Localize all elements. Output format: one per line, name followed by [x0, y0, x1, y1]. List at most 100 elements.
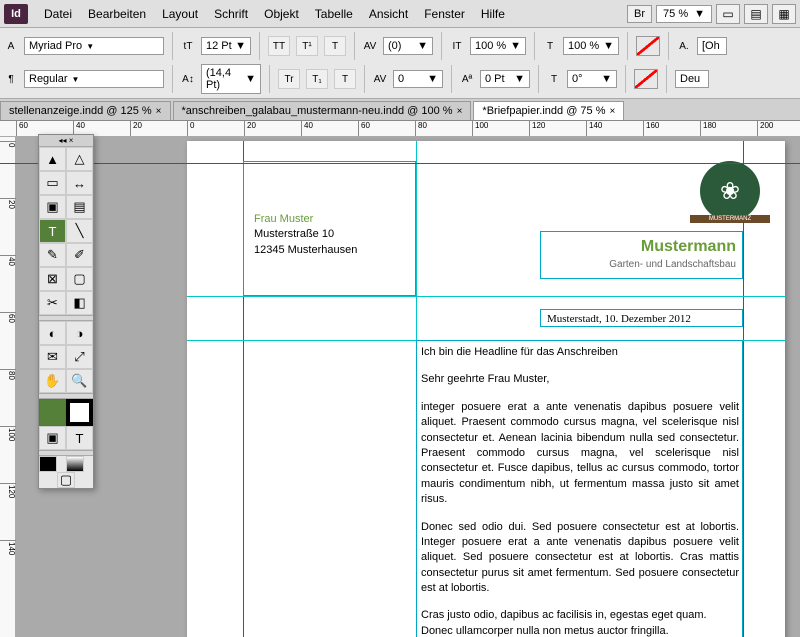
close-icon[interactable]: × — [610, 106, 616, 117]
font-style-dropdown[interactable]: Regular▼ — [24, 70, 164, 88]
content-placer-tool[interactable]: ▤ — [66, 195, 93, 219]
view-mode-button[interactable]: ▢ — [57, 472, 75, 488]
charstyle-icon: A. — [677, 39, 691, 53]
menu-schrift[interactable]: Schrift — [206, 3, 256, 25]
salutation: Sehr geehrte Frau Muster, — [421, 372, 739, 387]
apply-color-button[interactable]: ▣ — [39, 426, 66, 450]
menu-hilfe[interactable]: Hilfe — [473, 3, 513, 25]
bleed-guide — [0, 163, 800, 164]
view-mode-1-button[interactable]: ▭ — [716, 4, 740, 24]
hscale-input[interactable]: 100 %▼ — [470, 37, 526, 55]
font-family-value: Myriad Pro — [29, 40, 82, 52]
subscript-button[interactable]: T₁ — [306, 69, 328, 89]
baseline-value: 0 Pt — [485, 73, 505, 85]
baseline-input[interactable]: 0 Pt▼ — [480, 70, 530, 88]
type-tool[interactable]: T — [39, 219, 66, 243]
address-street: Musterstraße 10 — [254, 227, 357, 242]
page-tool[interactable]: ▭ — [39, 171, 66, 195]
close-icon[interactable]: × — [457, 106, 463, 117]
leading-input[interactable]: (14,4 Pt)▼ — [201, 64, 261, 94]
company-frame[interactable]: Mustermann Garten- und Landschaftsbau — [540, 231, 743, 279]
eyedropper-tool[interactable]: ⤢ — [66, 345, 93, 369]
hscale-icon: IT — [450, 39, 464, 53]
horizontal-ruler[interactable]: 60 40 20 0 20 40 60 80 100 120 140 160 1… — [0, 121, 800, 137]
logo-banner: MUSTERMANZ — [690, 215, 770, 223]
strikethrough-button[interactable]: T — [334, 69, 356, 89]
charstyle-value: [Oh — [702, 40, 720, 52]
tab-anschreiben[interactable]: *anschreiben_galabau_mustermann-neu.indd… — [173, 101, 472, 120]
hscale-value: 100 % — [475, 40, 506, 52]
address-frame[interactable]: Frau Muster Musterstraße 10 12345 Muster… — [243, 161, 416, 296]
tracking-input[interactable]: 0▼ — [393, 70, 443, 88]
bridge-button[interactable]: Br — [627, 5, 652, 23]
fill-color-swatch[interactable] — [39, 399, 66, 426]
fill-none-swatch[interactable] — [636, 36, 660, 56]
skew-icon: T — [547, 72, 561, 86]
zoom-tool[interactable]: 🔍 — [66, 369, 93, 393]
stroke-color-swatch[interactable] — [66, 399, 93, 426]
stroke-none-swatch[interactable] — [634, 69, 658, 89]
company-logo: ❀ MUSTERMANZ — [690, 161, 770, 231]
document-canvas[interactable]: 0 20 40 60 80 100 120 140 Frau Muster Mu… — [0, 137, 800, 637]
vscale-input[interactable]: 100 %▼ — [563, 37, 619, 55]
app-logo: Id — [4, 4, 28, 24]
vertical-ruler[interactable]: 0 20 40 60 80 100 120 140 — [0, 137, 16, 637]
leading-value: (14,4 Pt) — [206, 67, 245, 91]
date-frame[interactable]: Musterstadt, 10. Dezember 2012 — [540, 309, 743, 327]
format-text-button[interactable]: T — [66, 426, 93, 450]
font-size-input[interactable]: 12 Pt▼ — [201, 37, 251, 55]
line-tool[interactable]: ╲ — [66, 219, 93, 243]
rectangle-tool[interactable]: ▢ — [66, 267, 93, 291]
font-style-value: Regular — [29, 73, 68, 85]
smallcaps-button[interactable]: Tr — [278, 69, 300, 89]
tab-briefpapier[interactable]: *Briefpapier.indd @ 75 %× — [473, 101, 624, 120]
kerning-icon: AV — [363, 39, 377, 53]
menu-objekt[interactable]: Objekt — [256, 3, 307, 25]
menu-layout[interactable]: Layout — [154, 3, 206, 25]
menu-datei[interactable]: Datei — [36, 3, 80, 25]
menu-tabelle[interactable]: Tabelle — [307, 3, 361, 25]
view-mode-2-button[interactable]: ▤ — [744, 4, 768, 24]
pen-tool[interactable]: ✎ — [39, 243, 66, 267]
menu-bearbeiten[interactable]: Bearbeiten — [80, 3, 154, 25]
underline-button[interactable]: T — [324, 36, 346, 56]
company-name: Mustermann — [609, 236, 736, 258]
gradient-swatch-tool[interactable]: ◐ — [39, 321, 66, 345]
direct-selection-tool[interactable]: △ — [66, 147, 93, 171]
apply-black-button[interactable] — [39, 456, 57, 472]
scissors-tool[interactable]: ✂ — [39, 291, 66, 315]
panel-grip[interactable]: ◂◂ × — [39, 135, 93, 147]
body-text-frame[interactable]: Ich bin die Headline für das Anschreiben… — [416, 340, 743, 637]
pencil-tool[interactable]: ✐ — [66, 243, 93, 267]
menu-fenster[interactable]: Fenster — [416, 3, 473, 25]
chevron-down-icon: ▼ — [694, 8, 705, 20]
charstyle-dropdown[interactable]: [Oh — [697, 37, 727, 55]
menu-ansicht[interactable]: Ansicht — [361, 3, 416, 25]
gap-tool[interactable]: ↔ — [66, 171, 93, 195]
font-family-dropdown[interactable]: Myriad Pro▼ — [24, 37, 164, 55]
leading-icon: A↕ — [181, 72, 195, 86]
selection-tool[interactable]: ▲ — [39, 147, 66, 171]
hand-tool[interactable]: ✋ — [39, 369, 66, 393]
gradient-feather-tool[interactable]: ◑ — [66, 321, 93, 345]
superscript-button[interactable]: T¹ — [296, 36, 318, 56]
language-dropdown[interactable]: Deu — [675, 70, 709, 88]
close-icon[interactable]: × — [156, 106, 162, 117]
company-subtitle: Garten- und Landschaftsbau — [609, 258, 736, 272]
tab-label: *anschreiben_galabau_mustermann-neu.indd… — [182, 105, 453, 117]
para-icon: ¶ — [4, 72, 18, 86]
view-mode-3-button[interactable]: ▦ — [772, 4, 796, 24]
caps-button[interactable]: TT — [268, 36, 290, 56]
rectangle-frame-tool[interactable]: ⊠ — [39, 267, 66, 291]
document-tabs: stellenanzeige.indd @ 125 %× *anschreibe… — [0, 99, 800, 121]
tab-stellenanzeige[interactable]: stellenanzeige.indd @ 125 %× — [0, 101, 171, 120]
note-tool[interactable]: ✉ — [39, 345, 66, 369]
content-collector-tool[interactable]: ▣ — [39, 195, 66, 219]
free-transform-tool[interactable]: ◧ — [66, 291, 93, 315]
apply-gradient-button[interactable] — [66, 456, 84, 472]
skew-input[interactable]: 0°▼ — [567, 70, 617, 88]
control-panel: A Myriad Pro▼ tT 12 Pt▼ TT T¹ T AV (0)▼ … — [0, 28, 800, 99]
kerning-input[interactable]: (0)▼ — [383, 37, 433, 55]
zoom-dropdown[interactable]: 75 %▼ — [656, 5, 712, 23]
tree-icon: ❀ — [700, 161, 760, 221]
